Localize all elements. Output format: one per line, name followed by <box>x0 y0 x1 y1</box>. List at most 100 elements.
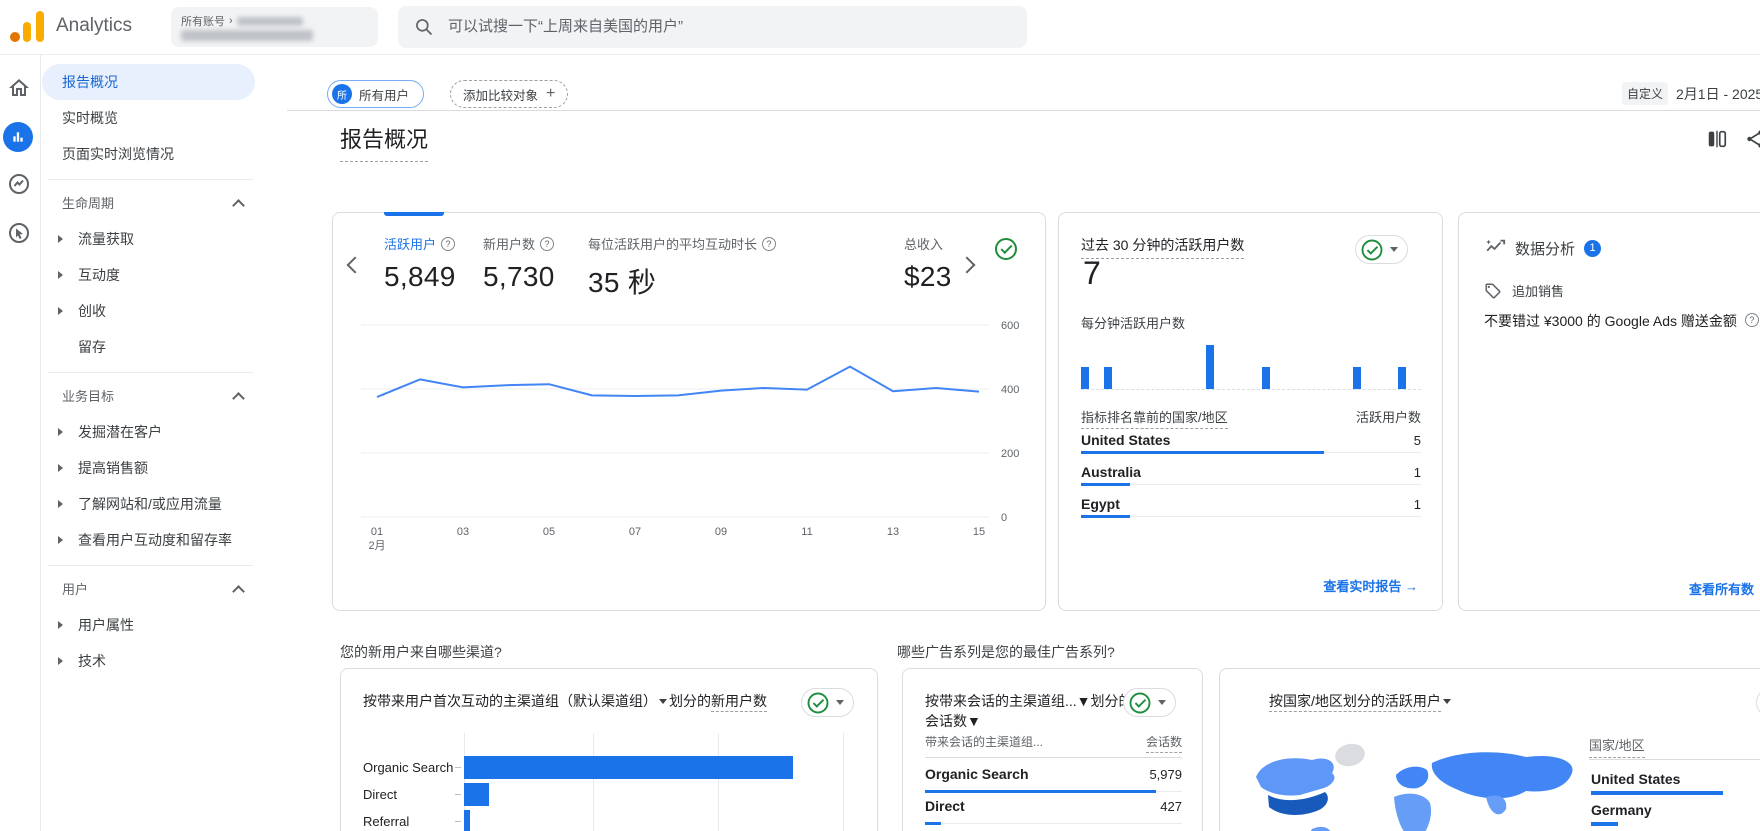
country-bar <box>1081 483 1130 486</box>
help-icon[interactable]: ? <box>762 237 776 251</box>
sidebar-item-label: 流量获取 <box>78 231 134 247</box>
advertising-icon[interactable] <box>7 221 31 245</box>
sidebar-item[interactable]: 留存 <box>42 329 255 365</box>
key-metrics-card: 活跃用户?5,849新用户数?5,730每位活跃用户的平均互动时长?35 秒总收… <box>332 212 1046 611</box>
sidebar-item[interactable]: 创收 <box>42 293 255 329</box>
collapse-chevron-icon <box>232 585 245 598</box>
add-comparison-button[interactable]: 添加比较对象 + <box>450 80 568 108</box>
view-all-insights-link[interactable]: 查看所有数 <box>1689 579 1754 598</box>
country-name: Germany <box>1591 802 1652 818</box>
share-icon[interactable] <box>1744 128 1760 150</box>
sidebar-section-header[interactable]: 用户 <box>42 572 255 607</box>
metric-label-text: 新用户数 <box>483 234 535 253</box>
sessions-column-header[interactable]: 会话数 <box>1146 733 1182 753</box>
sidebar-item[interactable]: 发掘潜在客户 <box>42 414 255 450</box>
view-realtime-report-link[interactable]: 查看实时报告 → <box>1323 576 1418 595</box>
insights-title[interactable]: 数据分析 <box>1515 238 1575 259</box>
table-row: Australia1 <box>1081 461 1421 493</box>
metric-value: 5,730 <box>483 261 555 293</box>
expand-arrow-icon <box>58 235 63 243</box>
customize-report-icon[interactable] <box>1706 128 1728 150</box>
sessions-card-title[interactable]: 按带来会话的主渠道组...▼划分的会话数▼ <box>925 691 1135 732</box>
sidebar-divider <box>40 365 287 379</box>
metric-label: 新用户数? <box>483 234 555 253</box>
svg-text:05: 05 <box>543 526 555 538</box>
check-icon <box>1362 239 1383 260</box>
axis-tick <box>455 794 461 795</box>
country-name: United States <box>1081 432 1170 448</box>
sidebar-item[interactable]: 流量获取 <box>42 221 255 257</box>
help-icon[interactable]: ? <box>441 237 455 251</box>
sessions-by-channel-card: 按带来会话的主渠道组...▼划分的会话数▼ 带来会话的主渠道组... 会话数 O… <box>902 668 1203 831</box>
minute-bar <box>1398 367 1406 389</box>
sidebar-section-header[interactable]: 业务目标 <box>42 379 255 414</box>
sidebar-item[interactable]: 技术 <box>42 643 255 679</box>
account-picker[interactable]: 所有账号› <box>171 7 378 47</box>
help-icon[interactable]: ? <box>1745 313 1759 327</box>
explore-icon[interactable] <box>7 172 31 196</box>
data-quality-dropdown[interactable] <box>1756 688 1760 717</box>
plus-icon: + <box>546 85 555 103</box>
chart-gridline <box>843 733 844 831</box>
svg-text:400: 400 <box>1001 384 1019 396</box>
home-icon[interactable] <box>7 76 31 100</box>
metric-tab[interactable]: 总收入$23 <box>904 234 952 293</box>
world-map <box>1238 735 1578 831</box>
top-header: Analytics 所有账号› 可以试搜一下“上周来自美国的用户” <box>0 0 1760 55</box>
date-range-text: 2月1日 - 2025年 <box>1676 84 1760 104</box>
table-row: United States <box>1591 767 1760 798</box>
tag-icon <box>1484 282 1502 300</box>
sidebar-item[interactable]: 了解网站和/或应用流量 <box>42 486 255 522</box>
country-bar <box>1081 451 1324 454</box>
audience-segment-chip[interactable]: 所 所有用户 <box>327 80 424 108</box>
metric-tab[interactable]: 活跃用户?5,849 <box>384 234 456 293</box>
carousel-next-icon[interactable] <box>959 257 976 274</box>
sidebar-item[interactable]: 页面实时浏览情况 <box>42 136 255 172</box>
sidebar-item[interactable]: 提高销售额 <box>42 450 255 486</box>
sidebar-item[interactable]: 实时概览 <box>42 100 255 136</box>
table-row: United States5 <box>1081 429 1421 461</box>
map-card-title[interactable]: 按国家/地区划分的活跃用户 <box>1269 691 1453 711</box>
reports-nav-icon[interactable] <box>3 122 33 152</box>
sidebar-item[interactable]: 用户属性 <box>42 607 255 643</box>
realtime-table-header: 指标排名靠前的国家/地区 活跃用户数 <box>1081 407 1421 426</box>
country-bar <box>1081 515 1130 518</box>
sidebar-item-label: 提高销售额 <box>78 460 148 476</box>
realtime-active-users-value: 7 <box>1083 255 1101 292</box>
sidebar-item[interactable]: 查看用户互动度和留存率 <box>42 522 255 558</box>
search-icon <box>414 17 434 37</box>
channel-bar <box>464 756 793 779</box>
country-column-header: 国家/地区 <box>1589 735 1645 758</box>
segment-label: 所有用户 <box>359 85 409 104</box>
channel-bar <box>464 810 470 831</box>
data-quality-check-icon[interactable] <box>995 238 1017 260</box>
metric-tab[interactable]: 每位活跃用户的平均互动时长?35 秒 <box>588 234 776 301</box>
insight-message[interactable]: 不要错过 ¥3000 的 Google Ads 赠送金额 <box>1484 311 1737 331</box>
sidebar-section-header[interactable]: 生命周期 <box>42 186 255 221</box>
sidebar-item-label: 技术 <box>78 653 106 669</box>
sessions-value: 5,979 <box>1149 767 1182 782</box>
expand-arrow-icon <box>58 428 63 436</box>
table-divider <box>925 757 1182 758</box>
date-range-picker[interactable]: 自定义 2月1日 - 2025年 <box>1622 82 1760 105</box>
data-quality-dropdown[interactable] <box>1355 235 1408 264</box>
metric-tab[interactable]: 新用户数? 5,730 <box>483 234 555 293</box>
global-search-input[interactable]: 可以试搜一下“上周来自美国的用户” <box>398 6 1027 48</box>
metric-value: 35 秒 <box>588 261 776 301</box>
country-bar <box>1591 822 1618 826</box>
table-row: Egypt1 <box>1081 493 1421 525</box>
metric-value: $23 <box>904 261 952 293</box>
sidebar-divider <box>40 172 287 186</box>
channel-bar <box>464 783 489 806</box>
country-table: United States Germany <box>1591 767 1760 829</box>
axis-tick <box>455 767 461 768</box>
carousel-prev-icon[interactable] <box>347 257 364 274</box>
collapse-chevron-icon <box>232 199 245 212</box>
collapse-chevron-icon <box>232 392 245 405</box>
sidebar-item[interactable]: 互动度 <box>42 257 255 293</box>
data-quality-dropdown[interactable] <box>1123 688 1176 717</box>
help-icon[interactable]: ? <box>540 237 554 251</box>
sidebar-item[interactable]: 报告概况 <box>42 64 255 100</box>
channel-name: Direct <box>925 798 965 814</box>
sidebar-divider <box>40 558 287 572</box>
